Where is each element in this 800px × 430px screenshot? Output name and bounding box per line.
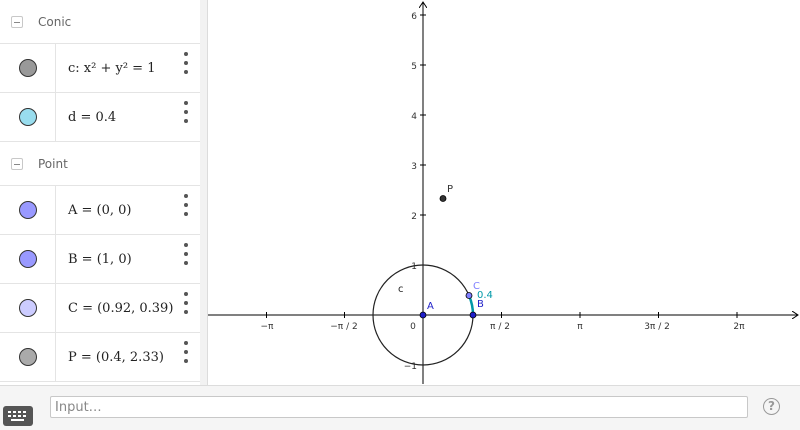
y-tick-label: 4 [411, 112, 417, 122]
x-tick-label: 3π / 2 [644, 322, 670, 332]
graphics-view[interactable]: −π −π / 2 0 π / 2 π 3π / 2 2π −1 1 2 3 4… [208, 0, 800, 385]
more-options-icon[interactable] [182, 194, 190, 216]
point-B-label: B [477, 299, 484, 310]
point-A[interactable] [419, 311, 427, 319]
collapse-icon[interactable] [11, 15, 23, 28]
algebra-item-text[interactable]: B = (1, 0) [68, 252, 132, 267]
keyboard-icon[interactable] [3, 406, 33, 426]
x-tick-label: 0 [410, 322, 416, 332]
visibility-toggle[interactable] [18, 59, 37, 77]
input-bar: ? [0, 385, 800, 430]
visibility-toggle[interactable] [18, 299, 37, 317]
point-C[interactable] [465, 292, 473, 299]
x-tick-label: π [577, 322, 583, 332]
algebra-item-C[interactable]: C = (0.92, 0.39) [0, 284, 200, 333]
algebra-item-text[interactable]: P = (0.4, 2.33) [68, 350, 164, 365]
point-C-label: C [473, 281, 480, 292]
collapse-icon[interactable] [11, 157, 23, 170]
point-B[interactable] [469, 311, 477, 319]
more-options-icon[interactable] [182, 292, 190, 314]
more-options-icon[interactable] [182, 243, 190, 265]
point-P-label: P [447, 184, 453, 195]
group-header-point[interactable]: Point [0, 142, 200, 186]
group-label: Conic [38, 14, 72, 29]
algebra-item-c[interactable]: c: x² + y² = 1 [0, 44, 200, 93]
algebra-item-text[interactable]: A = (0, 0) [68, 203, 132, 218]
group-label: Point [38, 156, 68, 171]
algebra-item-text[interactable]: d = 0.4 [68, 110, 116, 125]
algebra-view: Conic c: x² + y² = 1 d = 0.4 Point A = (… [0, 0, 201, 385]
x-tick-label: −π [261, 322, 275, 332]
y-tick-label: 5 [411, 62, 417, 72]
y-tick-label: 3 [411, 162, 417, 172]
help-icon[interactable]: ? [763, 398, 780, 415]
input-field[interactable] [50, 396, 748, 418]
visibility-toggle[interactable] [18, 250, 37, 268]
visibility-toggle[interactable] [18, 348, 37, 366]
more-options-icon[interactable] [182, 52, 190, 74]
more-options-icon[interactable] [182, 341, 190, 363]
point-P[interactable] [439, 195, 447, 202]
y-tick-label: 2 [411, 212, 417, 222]
algebra-item-d[interactable]: d = 0.4 [0, 93, 200, 142]
visibility-toggle[interactable] [18, 108, 37, 126]
group-header-conic[interactable]: Conic [0, 0, 200, 44]
algebra-item-A[interactable]: A = (0, 0) [0, 186, 200, 235]
y-tick-label: 1 [411, 262, 417, 272]
y-tick-label: 6 [411, 12, 417, 22]
algebra-item-B[interactable]: B = (1, 0) [0, 235, 200, 284]
visibility-toggle[interactable] [18, 201, 37, 219]
point-A-label: A [427, 301, 434, 312]
circle-c-label: c [398, 284, 404, 295]
x-tick-label: −π / 2 [330, 322, 357, 332]
algebra-item-text[interactable]: C = (0.92, 0.39) [68, 301, 173, 316]
algebra-item-P[interactable]: P = (0.4, 2.33) [0, 333, 200, 382]
view-splitter[interactable] [200, 0, 208, 385]
algebra-item-text[interactable]: c: x² + y² = 1 [68, 61, 155, 76]
more-options-icon[interactable] [182, 101, 190, 123]
x-tick-label: 2π [733, 322, 745, 332]
x-tick-label: π / 2 [490, 322, 510, 332]
